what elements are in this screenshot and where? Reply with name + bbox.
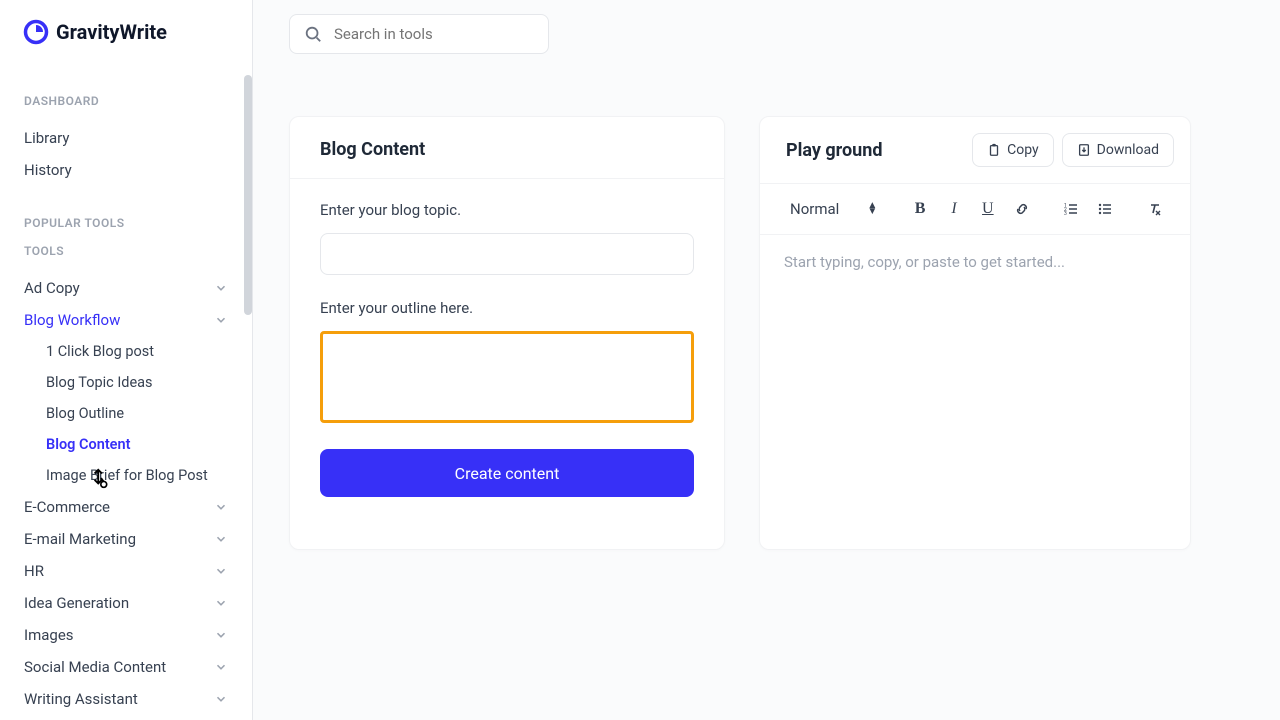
bold-button[interactable]: B	[905, 194, 935, 224]
tools-search[interactable]	[289, 14, 549, 54]
topic-label: Enter your blog topic.	[320, 201, 694, 219]
underline-button[interactable]: U	[973, 194, 1003, 224]
download-icon	[1077, 143, 1091, 157]
sidebar-item-social-media[interactable]: Social Media Content	[24, 651, 228, 683]
sidebar-item-1-click-blog-post[interactable]: 1 Click Blog post	[46, 336, 228, 367]
copy-button[interactable]: Copy	[972, 133, 1054, 167]
blog-outline-textarea[interactable]	[320, 331, 694, 423]
sidebar-dashboard-section: DASHBOARD Library History	[0, 94, 252, 186]
playground-card: Play ground Copy Download Normal ▲▼	[759, 116, 1191, 550]
bullet-list-button[interactable]	[1090, 194, 1120, 224]
ordered-list-button[interactable]: 123	[1057, 194, 1087, 224]
tools-label: TOOLS	[24, 244, 228, 258]
chevron-down-icon	[214, 692, 228, 706]
sidebar-item-hr[interactable]: HR	[24, 555, 228, 587]
sidebar-item-images[interactable]: Images	[24, 619, 228, 651]
outline-label: Enter your outline here.	[320, 299, 694, 317]
sidebar: GravityWrite DASHBOARD Library History P…	[0, 0, 253, 720]
heading-select[interactable]: Normal ▲▼	[780, 196, 887, 222]
chevron-down-icon	[214, 313, 228, 327]
sidebar-item-library[interactable]: Library	[24, 122, 228, 154]
gravitywrite-logo-icon	[22, 18, 50, 46]
editor-toolbar: Normal ▲▼ B I U 123	[760, 183, 1190, 235]
dashboard-section-label: DASHBOARD	[24, 94, 228, 108]
clear-format-icon	[1147, 201, 1163, 217]
sidebar-item-blog-workflow[interactable]: Blog Workflow	[24, 304, 228, 336]
chevron-down-icon	[214, 596, 228, 610]
blog-content-form-card: Blog Content Enter your blog topic. Ente…	[289, 116, 725, 550]
sidebar-item-history[interactable]: History	[24, 154, 228, 186]
select-arrows-icon: ▲▼	[867, 203, 877, 215]
blog-topic-input[interactable]	[320, 233, 694, 275]
sidebar-scrollbar-thumb[interactable]	[244, 75, 252, 315]
sidebar-item-ad-copy[interactable]: Ad Copy	[24, 272, 228, 304]
sidebar-item-image-brief[interactable]: Image Brief for Blog Post	[46, 460, 228, 491]
sidebar-tools-section: POPULAR TOOLS TOOLS Ad Copy Blog Workflo…	[0, 216, 252, 715]
sidebar-item-writing-assistant[interactable]: Writing Assistant	[24, 683, 228, 715]
sidebar-item-email-marketing[interactable]: E-mail Marketing	[24, 523, 228, 555]
ordered-list-icon: 123	[1063, 201, 1079, 217]
blog-workflow-subnav: 1 Click Blog post Blog Topic Ideas Blog …	[24, 336, 228, 491]
sidebar-item-blog-topic-ideas[interactable]: Blog Topic Ideas	[46, 367, 228, 398]
chevron-down-icon	[214, 500, 228, 514]
link-icon	[1014, 201, 1030, 217]
brand-logo[interactable]: GravityWrite	[0, 0, 252, 64]
sidebar-item-idea-generation[interactable]: Idea Generation	[24, 587, 228, 619]
search-icon	[304, 25, 322, 43]
chevron-down-icon	[214, 628, 228, 642]
clipboard-icon	[987, 143, 1001, 157]
search-input[interactable]	[334, 25, 534, 43]
editor-placeholder[interactable]: Start typing, copy, or paste to get star…	[760, 235, 1190, 289]
popular-tools-label: POPULAR TOOLS	[24, 216, 228, 230]
sidebar-item-blog-outline[interactable]: Blog Outline	[46, 398, 228, 429]
playground-title: Play ground	[786, 140, 882, 161]
italic-button[interactable]: I	[939, 194, 969, 224]
clear-format-button[interactable]	[1140, 194, 1170, 224]
sidebar-scrollbar[interactable]	[244, 75, 252, 720]
link-button[interactable]	[1007, 194, 1037, 224]
bullet-list-icon	[1097, 201, 1113, 217]
chevron-down-icon	[214, 564, 228, 578]
create-content-button[interactable]: Create content	[320, 449, 694, 497]
brand-name: GravityWrite	[56, 20, 167, 44]
chevron-down-icon	[214, 660, 228, 674]
form-title: Blog Content	[290, 117, 724, 178]
chevron-down-icon	[214, 532, 228, 546]
download-button[interactable]: Download	[1062, 133, 1174, 167]
chevron-down-icon	[214, 281, 228, 295]
sidebar-item-blog-content[interactable]: Blog Content	[46, 429, 228, 460]
sidebar-item-ecommerce[interactable]: E-Commerce	[24, 491, 228, 523]
svg-text:3: 3	[1064, 211, 1067, 217]
main-content: Blog Content Enter your blog topic. Ente…	[253, 0, 1280, 720]
